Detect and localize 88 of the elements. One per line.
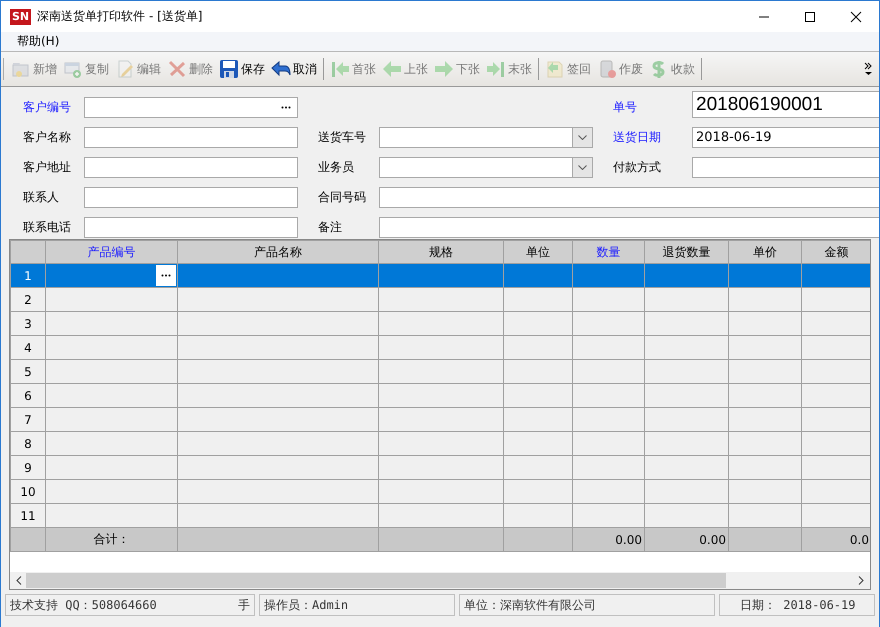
- table-row[interactable]: 1: [10, 264, 870, 288]
- dropdown-field[interactable]: [379, 157, 593, 178]
- input-field[interactable]: [379, 217, 879, 238]
- table-row[interactable]: 10: [10, 480, 870, 504]
- table-row[interactable]: 4: [10, 336, 870, 360]
- ellipsis-icon[interactable]: [281, 106, 291, 109]
- status-text: 操作员：Admin: [264, 596, 348, 614]
- ellipsis-icon: [161, 274, 171, 277]
- status-text: 技术支持 QQ：508064660: [10, 596, 157, 614]
- status-text: 日期： 2018-06-19: [740, 596, 856, 614]
- toolbar-icon: [382, 59, 402, 79]
- row-number: 5: [10, 360, 46, 384]
- table-row[interactable]: 6: [10, 384, 870, 408]
- row-number: 8: [10, 432, 46, 456]
- total-cell: 0.0: [850, 532, 869, 546]
- total-cell: 0.00: [699, 532, 726, 546]
- row-number: 4: [10, 336, 46, 360]
- column-header[interactable]: 产品编号: [46, 240, 178, 264]
- close-icon[interactable]: [850, 10, 862, 22]
- overflow-icon[interactable]: [864, 62, 873, 76]
- input-field[interactable]: [84, 127, 298, 148]
- menu-item[interactable]: 帮助(H): [17, 33, 60, 50]
- column-header[interactable]: 数量: [572, 240, 644, 264]
- input-field[interactable]: [379, 187, 879, 208]
- toolbar-button[interactable]: 保存: [216, 55, 268, 83]
- toolbar-icon: [167, 59, 187, 79]
- toolbar-button[interactable]: 取消: [268, 55, 320, 83]
- column-header[interactable]: 产品名称: [178, 240, 378, 264]
- lookup-button[interactable]: [156, 265, 176, 286]
- row-number: 9: [10, 456, 46, 480]
- lookup-field[interactable]: [84, 97, 298, 118]
- chevron-down-icon: [578, 135, 587, 140]
- chevron-down-icon: [578, 165, 587, 170]
- field-label: 送货车号: [318, 129, 367, 146]
- field-label: 合同号码: [318, 189, 367, 206]
- row-number: 10: [10, 480, 46, 504]
- row-number: 6: [10, 384, 46, 408]
- row-number: 3: [10, 312, 46, 336]
- table-row[interactable]: 11: [10, 504, 870, 528]
- dropdown-field[interactable]: [379, 127, 593, 148]
- scroll-thumb[interactable]: [26, 573, 726, 588]
- column-header[interactable]: 单价: [728, 240, 802, 264]
- input-field[interactable]: 201806190001: [692, 91, 879, 118]
- field-label: 客户名称: [23, 129, 72, 146]
- field-label: 付款方式: [613, 159, 662, 176]
- toolbar-icon: [434, 59, 454, 79]
- toolbar-icon: [271, 59, 291, 79]
- app-logo: SN: [10, 8, 32, 24]
- column-header[interactable]: 单位: [504, 240, 572, 264]
- horizontal-scrollbar[interactable]: [10, 572, 870, 589]
- field-label: 客户编号: [23, 99, 72, 116]
- field-label: 客户地址: [23, 159, 72, 176]
- status-text: 手: [238, 596, 250, 614]
- field-label: 单号: [613, 99, 638, 116]
- status-text: 单位：深南软件有限公司: [464, 596, 596, 614]
- toolbar-icon: [330, 59, 350, 79]
- table-row[interactable]: 7: [10, 408, 870, 432]
- row-number: 2: [10, 288, 46, 312]
- toolbar-icon: [486, 59, 506, 79]
- toolbar-icon: [545, 59, 565, 79]
- field-label: 联系人: [23, 189, 60, 206]
- table-row[interactable]: 9: [10, 456, 870, 480]
- maximize-icon[interactable]: [804, 10, 816, 22]
- row-number: 11: [10, 504, 46, 528]
- table-row[interactable]: 2: [10, 288, 870, 312]
- field-label: 送货日期: [613, 129, 662, 146]
- input-field[interactable]: [692, 157, 879, 178]
- total-label: 合计：: [94, 532, 130, 546]
- row-number: 7: [10, 408, 46, 432]
- table-row[interactable]: 3: [10, 312, 870, 336]
- toolbar-icon: [219, 59, 239, 79]
- table-row[interactable]: 8: [10, 432, 870, 456]
- column-header[interactable]: 金额: [802, 240, 870, 264]
- input-field[interactable]: [84, 187, 298, 208]
- field-label: 联系电话: [23, 219, 72, 236]
- window-title: 深南送货单打印软件 - [送货单]: [37, 8, 202, 25]
- column-header[interactable]: 退货数量: [644, 240, 728, 264]
- row-number: 1: [10, 264, 46, 288]
- input-field[interactable]: 2018-06-19: [692, 127, 879, 148]
- input-field[interactable]: [84, 217, 298, 238]
- field-label: 业务员: [318, 159, 355, 176]
- table-row[interactable]: 5: [10, 360, 870, 384]
- column-header[interactable]: 规格: [378, 240, 504, 264]
- total-cell: 0.00: [615, 532, 642, 546]
- field-label: 备注: [318, 219, 343, 236]
- scroll-right-icon[interactable]: [858, 576, 864, 585]
- scroll-left-icon[interactable]: [16, 576, 22, 585]
- input-field[interactable]: [84, 157, 298, 178]
